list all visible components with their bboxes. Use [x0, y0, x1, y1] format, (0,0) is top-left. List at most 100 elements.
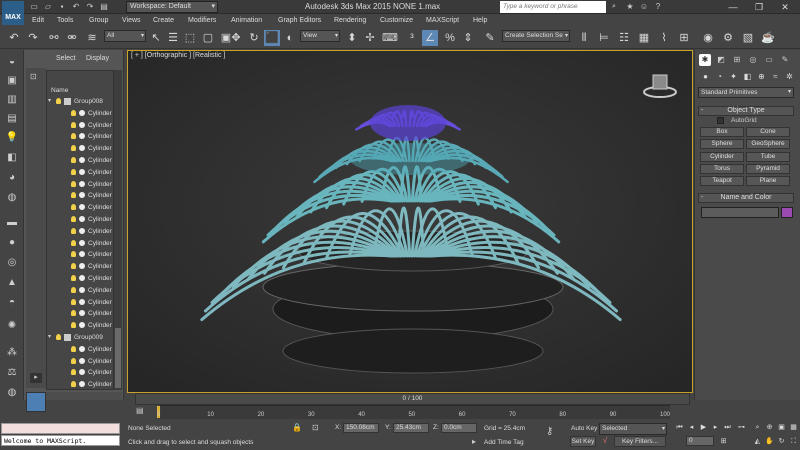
tree-object-row[interactable]: Cylinder [47, 202, 113, 213]
cameras-icon[interactable]: ◧ [742, 71, 753, 82]
previous-frame-icon[interactable]: ◂ [686, 423, 697, 433]
tree-group-row[interactable]: ▾ Group008 [47, 96, 113, 107]
light-bulb-icon[interactable] [71, 286, 76, 293]
align-icon[interactable]: ⊨ [596, 30, 612, 46]
light-bulb-icon[interactable] [71, 357, 76, 364]
orbit-icon[interactable]: ↻ [776, 437, 787, 447]
named-selection-dropdown[interactable]: Create Selection Se ▾ [502, 30, 570, 42]
menu-maxscript[interactable]: MAXScript [426, 15, 459, 26]
tree-object-row[interactable]: Cylinder [47, 344, 113, 355]
scale-icon[interactable]: ⬛ [264, 30, 280, 46]
shape-icon[interactable]: ◓ [3, 295, 21, 311]
menu-graph-editors[interactable]: Graph Editors [278, 15, 321, 26]
percent-snap-icon[interactable]: % [442, 30, 458, 46]
helper-icon[interactable]: ◕ [3, 170, 21, 186]
add-time-tag-icon[interactable]: ▸ [472, 437, 476, 446]
selection-tools-icon[interactable]: ▥ [3, 92, 21, 108]
tree-object-row[interactable]: Cylinder [47, 226, 113, 237]
rotate-icon[interactable]: ↻ [246, 30, 262, 46]
light-bulb-icon[interactable] [71, 369, 76, 376]
curve-editor-icon[interactable]: ⌇ [656, 30, 672, 46]
material-editor-icon[interactable]: ◉ [700, 30, 716, 46]
motion-tab-icon[interactable]: ◎ [747, 54, 759, 66]
light-bulb-icon[interactable] [71, 263, 76, 270]
explorer-scroll-thumb[interactable] [115, 328, 121, 388]
set-key-button[interactable]: Set Key [570, 436, 596, 447]
dynamics-icon[interactable]: ⚖ [3, 365, 21, 381]
sphere-button[interactable]: Sphere [700, 139, 744, 149]
save-file-icon[interactable]: ▪ [56, 1, 68, 13]
key-mode-dropdown[interactable]: Selected ▾ [599, 423, 667, 435]
graphite-tools-icon[interactable]: ◒ [3, 54, 21, 70]
app-menu-button[interactable]: MAX [2, 1, 24, 25]
tree-object-row[interactable]: Cylinder [47, 131, 113, 142]
menu-help[interactable]: Help [473, 15, 487, 26]
maxscript-mini-listener[interactable]: Welcome to MAXScript. [1, 435, 120, 446]
tree-object-row[interactable]: Cylinder [47, 297, 113, 308]
select-object-icon[interactable]: ↖ [148, 30, 164, 46]
name-and-color-rollout[interactable]: - Name and Color [698, 193, 794, 203]
mini-curve-editor-icon[interactable]: ▤ [136, 406, 148, 418]
current-frame-field[interactable]: 0 [686, 436, 714, 446]
torus-button[interactable]: Torus [700, 164, 744, 174]
place-icon[interactable]: ◐ [282, 30, 298, 46]
light-icon[interactable]: 💡 [3, 130, 21, 146]
collapse-icon[interactable]: ▾ [48, 332, 51, 343]
spinner-snap-icon[interactable]: ⇕ [460, 30, 476, 46]
zoom-extents-all-icon[interactable]: ▦ [788, 423, 799, 433]
tree-object-row[interactable]: Cylinder [47, 379, 113, 389]
tree-object-row[interactable]: Cylinder [47, 167, 113, 178]
next-frame-icon[interactable]: ▸ [710, 423, 721, 433]
x-coordinate-field[interactable]: 150.08cm [343, 423, 379, 433]
menu-customize[interactable]: Customize [380, 15, 413, 26]
mirror-icon[interactable]: ⫴ [576, 30, 592, 46]
scene-tree[interactable]: Name ▾ Group008 Cylinder Cylinder Cylinder Cy… [46, 70, 114, 390]
lock-selection-icon[interactable]: 🔒 [292, 423, 302, 432]
object-color-swatch[interactable] [781, 207, 793, 218]
menu-rendering[interactable]: Rendering [334, 15, 366, 26]
modify-tab-icon[interactable]: ◩ [715, 54, 727, 66]
light-bulb-icon[interactable] [71, 192, 76, 199]
torus-primitive-icon[interactable]: ◎ [3, 255, 21, 271]
zoom-icon[interactable]: ⌕ [752, 423, 763, 433]
y-coordinate-field[interactable]: 25.43cm [393, 423, 429, 433]
tree-object-row[interactable]: Cylinder [47, 261, 113, 272]
light-bulb-icon[interactable] [71, 204, 76, 211]
zoom-extents-icon[interactable]: ▣ [776, 423, 787, 433]
spacewarps-icon[interactable]: ≈ [770, 71, 781, 82]
light-bulb-icon[interactable] [71, 168, 76, 175]
teapot-button[interactable]: Teapot [700, 176, 744, 186]
tree-object-row[interactable]: Cylinder [47, 238, 113, 249]
close-button[interactable]: ✕ [772, 0, 798, 14]
object-name-field[interactable] [701, 207, 779, 218]
lights-icon[interactable]: ✦ [728, 71, 739, 82]
geometry-icon[interactable]: ● [700, 71, 711, 82]
tree-object-row[interactable]: Cylinder [47, 190, 113, 201]
auto-key-button[interactable]: Auto Key [571, 425, 597, 432]
keyboard-shortcut-icon[interactable]: ⌨ [382, 30, 398, 46]
light-bulb-icon[interactable] [56, 98, 61, 104]
light-bulb-icon[interactable] [71, 216, 76, 222]
tree-object-row[interactable]: Cylinder [47, 285, 113, 296]
shapes-icon[interactable]: ◔ [714, 71, 725, 82]
select-manipulate-icon[interactable]: ✢ [362, 30, 378, 46]
bind-space-warp-icon[interactable]: ≋ [84, 30, 100, 46]
time-slider[interactable]: 0 / 100 [135, 393, 690, 405]
tree-object-row[interactable]: Cylinder [47, 143, 113, 154]
tree-object-row[interactable]: Cylinder [47, 367, 113, 378]
light-bulb-icon[interactable] [71, 133, 76, 140]
reference-coordinate-dropdown[interactable]: View ▾ [300, 30, 340, 42]
systems-icon[interactable]: ✲ [784, 71, 795, 82]
tree-object-row[interactable]: Cylinder [47, 214, 113, 225]
light-bulb-icon[interactable] [56, 334, 61, 340]
tab-display[interactable]: Display [86, 55, 109, 62]
tree-object-row[interactable]: Cylinder [47, 320, 113, 331]
maxscript-listener-output[interactable] [1, 423, 120, 434]
menu-animation[interactable]: Animation [231, 15, 262, 26]
tree-object-row[interactable]: Cylinder [47, 273, 113, 284]
menu-edit[interactable]: Edit [32, 15, 44, 26]
rendered-frame-window-icon[interactable]: ▧ [740, 30, 756, 46]
tree-object-row[interactable]: Cylinder [47, 308, 113, 319]
display-tab-icon[interactable]: ▭ [763, 54, 775, 66]
link-icon[interactable]: ⚯ [46, 30, 62, 46]
